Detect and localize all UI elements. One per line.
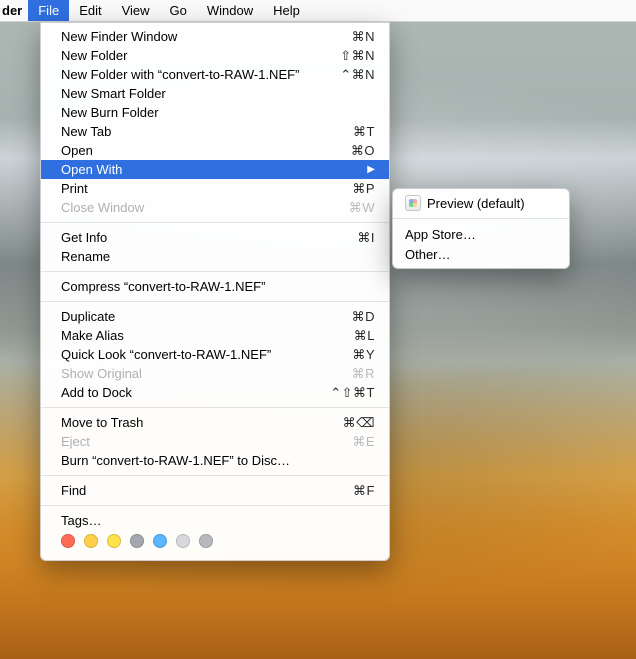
menu-file[interactable]: File [28, 0, 69, 21]
menu-item-get-info[interactable]: Get Info⌘I [41, 228, 389, 247]
menu-separator [393, 218, 569, 219]
menu-item-show-original: Show Original⌘R [41, 364, 389, 383]
menu-item-new-folder-with-selection[interactable]: New Folder with “convert-to-RAW-1.NEF”⌃⌘… [41, 65, 389, 84]
preview-app-icon [405, 195, 421, 211]
menu-item-compress[interactable]: Compress “convert-to-RAW-1.NEF” [41, 277, 389, 296]
open-with-submenu: Preview (default) App Store… Other… [392, 188, 570, 269]
menu-item-tags[interactable]: Tags… [41, 511, 389, 530]
menu-item-open[interactable]: Open⌘O [41, 141, 389, 160]
tag-dot[interactable] [107, 534, 121, 548]
menu-help[interactable]: Help [263, 0, 310, 21]
menu-item-open-with[interactable]: Open With ▶ [41, 160, 389, 179]
menu-separator [41, 222, 389, 223]
menu-item-make-alias[interactable]: Make Alias⌘L [41, 326, 389, 345]
menu-item-burn-to-disc[interactable]: Burn “convert-to-RAW-1.NEF” to Disc… [41, 451, 389, 470]
tag-dot[interactable] [61, 534, 75, 548]
menu-view[interactable]: View [112, 0, 160, 21]
menu-item-new-smart-folder[interactable]: New Smart Folder [41, 84, 389, 103]
tags-color-row [41, 530, 389, 554]
tag-dot[interactable] [130, 534, 144, 548]
menu-edit[interactable]: Edit [69, 0, 111, 21]
file-menu-dropdown: New Finder Window⌘N New Folder⇧⌘N New Fo… [40, 22, 390, 561]
menu-item-print[interactable]: Print⌘P [41, 179, 389, 198]
menu-item-find[interactable]: Find⌘F [41, 481, 389, 500]
menu-item-new-folder[interactable]: New Folder⇧⌘N [41, 46, 389, 65]
submenu-item-preview-default[interactable]: Preview (default) [393, 193, 569, 213]
menu-item-add-to-dock[interactable]: Add to Dock⌃⇧⌘T [41, 383, 389, 402]
menu-bar: der File Edit View Go Window Help [0, 0, 636, 22]
menu-separator [41, 271, 389, 272]
menu-separator [41, 475, 389, 476]
submenu-arrow-icon: ▶ [367, 164, 375, 175]
tag-dot[interactable] [176, 534, 190, 548]
menu-go[interactable]: Go [160, 0, 197, 21]
menu-separator [41, 505, 389, 506]
menu-item-new-tab[interactable]: New Tab⌘T [41, 122, 389, 141]
submenu-item-other[interactable]: Other… [393, 244, 569, 264]
menu-item-quick-look[interactable]: Quick Look “convert-to-RAW-1.NEF”⌘Y [41, 345, 389, 364]
menu-separator [41, 407, 389, 408]
menu-item-eject: Eject⌘E [41, 432, 389, 451]
tag-dot[interactable] [153, 534, 167, 548]
submenu-item-app-store[interactable]: App Store… [393, 224, 569, 244]
app-name-truncated: der [0, 0, 28, 21]
menu-item-duplicate[interactable]: Duplicate⌘D [41, 307, 389, 326]
menu-window[interactable]: Window [197, 0, 263, 21]
tag-dot[interactable] [84, 534, 98, 548]
menu-item-rename[interactable]: Rename [41, 247, 389, 266]
menu-item-new-burn-folder[interactable]: New Burn Folder [41, 103, 389, 122]
menu-item-new-finder-window[interactable]: New Finder Window⌘N [41, 27, 389, 46]
menu-separator [41, 301, 389, 302]
desktop-background: der File Edit View Go Window Help New Fi… [0, 0, 636, 659]
menu-item-move-to-trash[interactable]: Move to Trash⌘⌫ [41, 413, 389, 432]
menu-item-close-window: Close Window⌘W [41, 198, 389, 217]
tag-dot[interactable] [199, 534, 213, 548]
